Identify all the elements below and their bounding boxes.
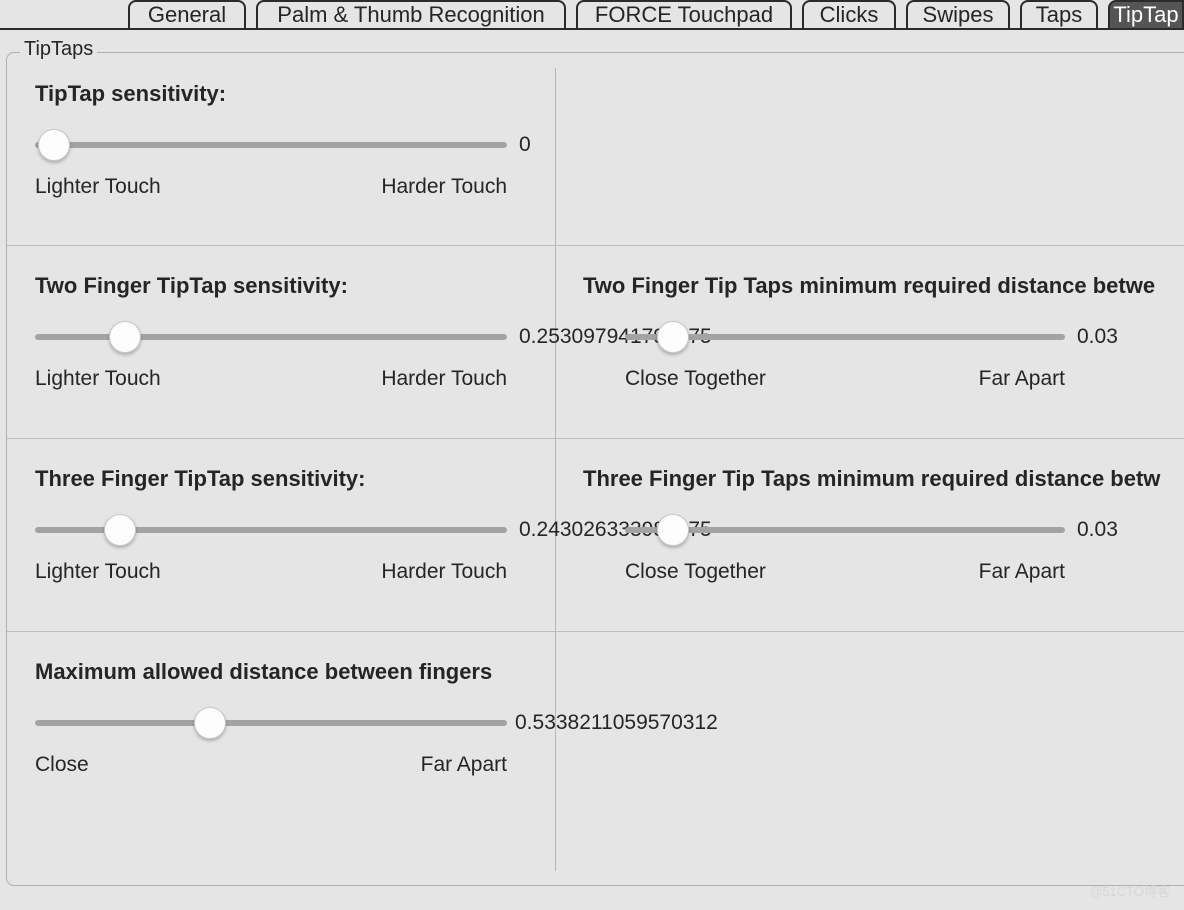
slider-track bbox=[625, 334, 1065, 340]
setting-two-finger-sensitivity: Two Finger TipTap sensitivity: 0.2530979… bbox=[7, 245, 555, 438]
slider-two-finger-sensitivity[interactable] bbox=[35, 334, 507, 340]
slider-thumb[interactable] bbox=[38, 129, 70, 161]
slider-row: 0.5338211059570312 bbox=[35, 711, 527, 735]
setting-three-finger-min-distance: Three Finger Tip Taps minimum required d… bbox=[555, 438, 1184, 631]
slider-row: 0.253097941796875 bbox=[35, 325, 527, 349]
slider-three-finger-sensitivity[interactable] bbox=[35, 527, 507, 533]
slider-endlabels: Close Together Far Apart bbox=[625, 560, 1065, 584]
tab-label: Palm & Thumb Recognition bbox=[277, 2, 544, 28]
tiptaps-group: TipTap sensitivity: 0 Lighter Touch Hard… bbox=[6, 52, 1184, 886]
slider-endlabels: Close Together Far Apart bbox=[625, 367, 1065, 391]
slider-endlabels: Lighter Touch Harder Touch bbox=[35, 367, 507, 391]
slider-max-label: Far Apart bbox=[979, 367, 1065, 391]
slider-value: 0.03 bbox=[1077, 518, 1118, 542]
slider-min-label: Lighter Touch bbox=[35, 367, 161, 391]
group-label-tiptaps: TipTaps bbox=[20, 38, 97, 61]
slider-track bbox=[35, 334, 507, 340]
slider-min-label: Close Together bbox=[625, 560, 766, 584]
setting-title: Two Finger TipTap sensitivity: bbox=[35, 273, 527, 299]
slider-track bbox=[35, 527, 507, 533]
slider-max-label: Harder Touch bbox=[381, 175, 507, 199]
tab-label: General bbox=[148, 2, 226, 28]
tab-label: TipTap bbox=[1113, 2, 1178, 28]
slider-value: 0 bbox=[519, 133, 531, 157]
tab-swipes[interactable]: Swipes bbox=[906, 0, 1010, 30]
slider-thumb[interactable] bbox=[657, 321, 689, 353]
slider-tiptap-sensitivity[interactable] bbox=[35, 142, 507, 148]
setting-two-finger-min-distance: Two Finger Tip Taps minimum required dis… bbox=[555, 245, 1184, 438]
slider-thumb[interactable] bbox=[109, 321, 141, 353]
setting-tiptap-sensitivity: TipTap sensitivity: 0 Lighter Touch Hard… bbox=[7, 53, 555, 245]
slider-row: 0.243026333984375 bbox=[35, 518, 527, 542]
slider-min-label: Close Together bbox=[625, 367, 766, 391]
slider-min-label: Close bbox=[35, 753, 89, 777]
slider-track bbox=[625, 527, 1065, 533]
slider-row: 0.03 bbox=[583, 518, 1167, 542]
tab-force-touchpad[interactable]: FORCE Touchpad bbox=[576, 0, 792, 30]
setting-title: Three Finger TipTap sensitivity: bbox=[35, 466, 527, 492]
slider-value: 0.03 bbox=[1077, 325, 1118, 349]
tab-label: Taps bbox=[1036, 2, 1082, 28]
tab-bar: General Palm & Thumb Recognition FORCE T… bbox=[0, 0, 1184, 30]
slider-three-finger-min-distance[interactable] bbox=[625, 527, 1065, 533]
preferences-window: General Palm & Thumb Recognition FORCE T… bbox=[0, 0, 1184, 910]
slider-max-label: Far Apart bbox=[421, 753, 507, 777]
tab-label: Clicks bbox=[820, 2, 879, 28]
tab-taps[interactable]: Taps bbox=[1020, 0, 1098, 30]
setting-max-distance: Maximum allowed distance between fingers… bbox=[7, 631, 555, 841]
slider-row: 0.03 bbox=[583, 325, 1167, 349]
slider-min-label: Lighter Touch bbox=[35, 175, 161, 199]
slider-value: 0.5338211059570312 bbox=[515, 711, 718, 735]
slider-endlabels: Close Far Apart bbox=[35, 753, 507, 777]
tab-label: Swipes bbox=[923, 2, 994, 28]
slider-min-label: Lighter Touch bbox=[35, 560, 161, 584]
setting-title: TipTap sensitivity: bbox=[35, 81, 527, 107]
settings-grid: TipTap sensitivity: 0 Lighter Touch Hard… bbox=[7, 53, 1184, 885]
watermark: @51CTO博客 bbox=[1089, 881, 1170, 900]
slider-thumb[interactable] bbox=[104, 514, 136, 546]
tab-clicks[interactable]: Clicks bbox=[802, 0, 896, 30]
slider-max-distance[interactable] bbox=[35, 720, 507, 726]
tab-label: FORCE Touchpad bbox=[595, 2, 773, 28]
slider-thumb[interactable] bbox=[194, 707, 226, 739]
slider-thumb[interactable] bbox=[657, 514, 689, 546]
slider-max-label: Harder Touch bbox=[381, 560, 507, 584]
slider-track bbox=[35, 720, 507, 726]
slider-two-finger-min-distance[interactable] bbox=[625, 334, 1065, 340]
slider-track bbox=[35, 142, 507, 148]
slider-max-label: Harder Touch bbox=[381, 367, 507, 391]
slider-endlabels: Lighter Touch Harder Touch bbox=[35, 175, 507, 199]
slider-max-label: Far Apart bbox=[979, 560, 1065, 584]
setting-three-finger-sensitivity: Three Finger TipTap sensitivity: 0.24302… bbox=[7, 438, 555, 631]
slider-row: 0 bbox=[35, 133, 527, 157]
setting-title: Three Finger Tip Taps minimum required d… bbox=[583, 466, 1167, 492]
tab-general[interactable]: General bbox=[128, 0, 246, 30]
tab-palm-thumb[interactable]: Palm & Thumb Recognition bbox=[256, 0, 566, 30]
setting-title: Maximum allowed distance between fingers bbox=[35, 659, 527, 685]
tab-tiptap[interactable]: TipTap bbox=[1108, 0, 1184, 30]
setting-title: Two Finger Tip Taps minimum required dis… bbox=[583, 273, 1167, 299]
slider-endlabels: Lighter Touch Harder Touch bbox=[35, 560, 507, 584]
